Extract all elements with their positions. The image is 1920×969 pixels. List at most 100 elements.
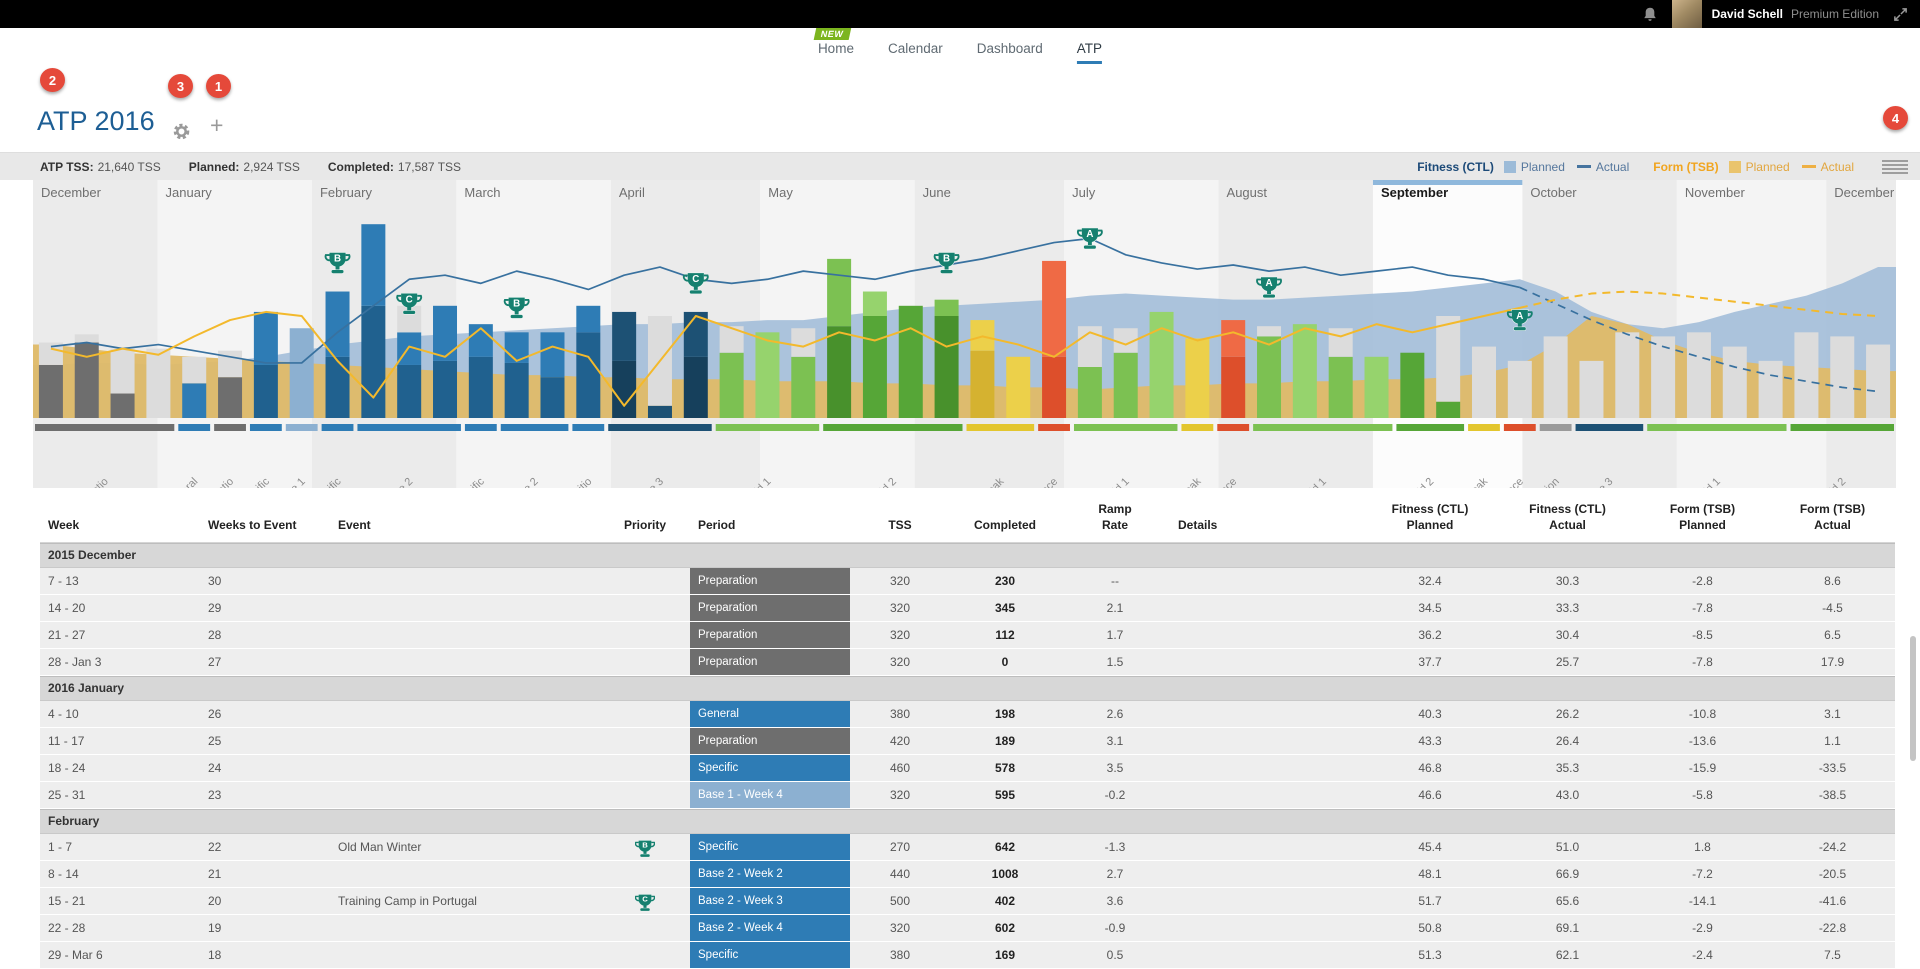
scrollbar[interactable]: [1910, 636, 1916, 761]
ramp-rate-cell: -0.9: [1060, 921, 1170, 935]
table-row[interactable]: 18 - 2424Specific4605783.546.835.3-15.9-…: [40, 755, 1895, 782]
column-header[interactable]: Fitness (CTL)Actual: [1500, 502, 1635, 533]
table-row[interactable]: 14 - 2029Preparation3203452.134.533.3-7.…: [40, 595, 1895, 622]
ctl-actual-cell: 62.1: [1500, 948, 1635, 962]
ctl-planned-cell: 50.8: [1360, 921, 1500, 935]
period-badge[interactable]: Specific: [690, 942, 850, 968]
table-row[interactable]: 21 - 2728Preparation3201121.736.230.4-8.…: [40, 622, 1895, 649]
week-cell: 1 - 7: [40, 840, 200, 854]
svg-text:July: July: [1072, 185, 1096, 200]
step-badge-3: 3: [168, 74, 193, 98]
fullscreen-icon[interactable]: [1893, 7, 1908, 22]
step-badge-2: 2: [40, 68, 65, 92]
period-badge[interactable]: Preparation: [690, 649, 850, 675]
table-row[interactable]: 8 - 1421Base 2 - Week 244010082.748.166.…: [40, 861, 1895, 888]
column-header[interactable]: TSS: [850, 518, 950, 534]
weeks-to-event-cell: 18: [200, 948, 330, 962]
tsb-actual-cell: -41.6: [1770, 894, 1895, 908]
period-badge[interactable]: Preparation: [690, 728, 850, 754]
tab-atp[interactable]: ATP: [1077, 41, 1102, 64]
period-badge[interactable]: Preparation: [690, 595, 850, 621]
week-cell: 28 - Jan 3: [40, 655, 200, 669]
atp-stats: ATP TSS:21,640 TSSPlanned:2,924 TSSCompl…: [40, 160, 461, 174]
period-badge[interactable]: Specific: [690, 755, 850, 781]
completed-cell: 595: [950, 788, 1060, 802]
period-badge[interactable]: Preparation: [690, 568, 850, 594]
table-row[interactable]: 1 - 722Old Man Winter B Specific270642-1…: [40, 834, 1895, 861]
table-row[interactable]: 7 - 1330Preparation320230--32.430.3-2.88…: [40, 568, 1895, 595]
column-header[interactable]: Priority: [600, 518, 690, 534]
column-header[interactable]: Period: [690, 518, 850, 534]
weeks-to-event-cell: 24: [200, 761, 330, 775]
column-header[interactable]: RampRate: [1060, 502, 1170, 533]
period-badge[interactable]: Specific: [690, 834, 850, 860]
ctl-actual-cell: 69.1: [1500, 921, 1635, 935]
ctl-planned-cell: 37.7: [1360, 655, 1500, 669]
period-badge[interactable]: Base 2 - Week 3: [690, 888, 850, 914]
tsb-planned-cell: -8.5: [1635, 628, 1770, 642]
step-badge-4: 4: [1883, 106, 1908, 130]
table-row[interactable]: 4 - 1026General3801982.640.326.2-10.83.1: [40, 701, 1895, 728]
week-cell: 7 - 13: [40, 574, 200, 588]
tsb-planned-cell: -13.6: [1635, 734, 1770, 748]
stats-bar: ATP TSS:21,640 TSSPlanned:2,924 TSSCompl…: [0, 152, 1920, 180]
column-header[interactable]: Weeks to Event: [200, 518, 330, 534]
table-row[interactable]: 22 - 2819Base 2 - Week 4320602-0.950.869…: [40, 915, 1895, 942]
period-badge[interactable]: Base 2 - Week 2: [690, 861, 850, 887]
tab-dashboard[interactable]: Dashboard: [977, 41, 1043, 64]
tab-home[interactable]: HomeNEW: [818, 41, 854, 64]
column-header[interactable]: Week: [40, 518, 200, 534]
svg-text:January: January: [166, 185, 213, 200]
ramp-rate-cell: 3.5: [1060, 761, 1170, 775]
chart-legend: Fitness (CTL) Planned Actual Form (TSB) …: [1417, 160, 1908, 174]
column-header[interactable]: Fitness (CTL)Planned: [1360, 502, 1500, 533]
svg-text:A: A: [1516, 311, 1523, 322]
tab-calendar[interactable]: Calendar: [888, 41, 943, 64]
weeks-to-event-cell: 25: [200, 734, 330, 748]
ramp-rate-cell: 3.1: [1060, 734, 1170, 748]
stat-item: Completed:17,587 TSS: [328, 160, 461, 174]
tsb-planned-cell: -14.1: [1635, 894, 1770, 908]
avatar[interactable]: [1672, 0, 1702, 28]
table-row[interactable]: 25 - 3123Base 1 - Week 4320595-0.246.643…: [40, 782, 1895, 809]
column-header[interactable]: Details: [1170, 518, 1360, 534]
atp-chart[interactable]: PreparatioGeneralPreparatioSpecificBase …: [0, 180, 1920, 488]
completed-cell: 578: [950, 761, 1060, 775]
add-event-button[interactable]: +: [210, 114, 223, 137]
ctl-planned-cell: 36.2: [1360, 628, 1500, 642]
user-name[interactable]: David Schell: [1712, 7, 1783, 21]
ctl-planned-cell: 48.1: [1360, 867, 1500, 881]
title-row: 2 3 1 4 ATP 2016 +: [0, 62, 1920, 152]
tsb-planned-cell: -15.9: [1635, 761, 1770, 775]
ramp-rate-cell: 3.6: [1060, 894, 1170, 908]
ramp-rate-cell: 2.6: [1060, 707, 1170, 721]
ramp-rate-cell: --: [1060, 574, 1170, 588]
ctl-actual-cell: 26.4: [1500, 734, 1635, 748]
svg-text:A: A: [1265, 278, 1272, 289]
tss-cell: 320: [850, 921, 950, 935]
table-row[interactable]: 28 - Jan 327Preparation32001.537.725.7-7…: [40, 649, 1895, 676]
period-badge[interactable]: Base 2 - Week 4: [690, 915, 850, 941]
column-header[interactable]: Form (TSB)Planned: [1635, 502, 1770, 533]
period-badge[interactable]: Base 1 - Week 4: [690, 782, 850, 808]
column-header[interactable]: Event: [330, 518, 600, 534]
table-header: WeekWeeks to EventEventPriorityPeriodTSS…: [40, 494, 1895, 543]
column-header[interactable]: Completed: [950, 518, 1060, 534]
ctl-planned-cell: 32.4: [1360, 574, 1500, 588]
period-badge[interactable]: General: [690, 701, 850, 727]
column-header[interactable]: Form (TSB)Actual: [1770, 502, 1895, 533]
settings-gear-icon[interactable]: [172, 122, 191, 141]
table-row[interactable]: 15 - 2120Training Camp in Portugal C Bas…: [40, 888, 1895, 915]
period-badge[interactable]: Preparation: [690, 622, 850, 648]
table-row[interactable]: 11 - 1725Preparation4201893.143.326.4-13…: [40, 728, 1895, 755]
tsb-actual-cell: 6.5: [1770, 628, 1895, 642]
notifications-bell-icon[interactable]: [1642, 6, 1658, 23]
weeks-to-event-cell: 28: [200, 628, 330, 642]
ctl-planned-cell: 51.3: [1360, 948, 1500, 962]
svg-text:June: June: [923, 185, 951, 200]
tss-cell: 380: [850, 948, 950, 962]
chart-menu-icon[interactable]: [1882, 160, 1908, 174]
tsb-actual-cell: -22.8: [1770, 921, 1895, 935]
week-cell: 21 - 27: [40, 628, 200, 642]
week-cell: 22 - 28: [40, 921, 200, 935]
